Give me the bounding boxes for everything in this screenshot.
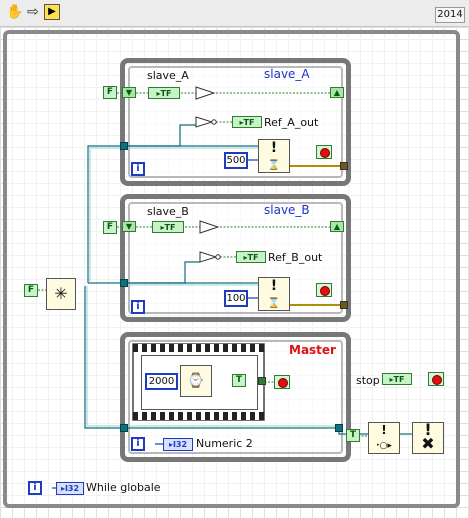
wait-vi-a[interactable]: ! ⌛	[258, 139, 290, 173]
numeric-2-label: Numeric 2	[196, 437, 253, 450]
sequence-frame-bottom	[133, 412, 264, 420]
wait-ms-vi-master[interactable]: ⌚	[180, 365, 212, 397]
tunnel-in-a[interactable]	[120, 142, 128, 150]
wait-constant-a[interactable]: 500	[224, 152, 248, 169]
iteration-terminal-outer: i	[28, 481, 42, 495]
ref-b-out-indicator[interactable]: ▸TF	[236, 251, 266, 263]
numeric-2-indicator[interactable]: ▸I32	[163, 438, 193, 451]
false-constant-a[interactable]: F	[103, 86, 117, 99]
sequence-frame-top	[133, 344, 264, 352]
while-globale-label: While globale	[86, 481, 161, 494]
loop-title-slave-a: slave_A	[264, 67, 310, 81]
false-constant-outer[interactable]: F	[24, 284, 38, 297]
global-label-slave-a: slave_A	[147, 69, 189, 82]
global-label-slave-b: slave_B	[147, 205, 189, 218]
while-globale-indicator[interactable]: ▸I32	[56, 482, 84, 495]
loop-title-slave-b: slave_B	[264, 203, 310, 217]
global-variable-slave-b[interactable]: ▸TF	[152, 221, 184, 233]
global-variable-slave-a[interactable]: ▸TF	[148, 87, 180, 99]
wait-vi-b[interactable]: ! ⌛	[258, 277, 290, 311]
stop-label: stop	[356, 374, 380, 387]
tunnel-out-master[interactable]	[335, 424, 343, 432]
stop-terminal-b[interactable]	[316, 283, 332, 297]
iteration-terminal-a: i	[131, 162, 145, 176]
false-constant-b[interactable]: F	[103, 221, 117, 234]
loop-condition-b[interactable]	[340, 301, 348, 309]
shift-register-right-b[interactable]: ▲	[330, 221, 344, 232]
wait-constant-master[interactable]: 2000	[145, 373, 178, 390]
ref-a-out-indicator[interactable]: ▸TF	[232, 116, 262, 128]
set-notifier-vi[interactable]: ! ·○▸	[368, 422, 400, 454]
wait-constant-b[interactable]: 100	[224, 290, 248, 307]
loop-title-master: Master	[289, 343, 336, 357]
true-constant-master[interactable]: T	[232, 374, 246, 387]
shift-register-left-b[interactable]: ▼	[122, 221, 136, 232]
stop-terminal-outer[interactable]	[428, 372, 444, 386]
true-constant-outer[interactable]: T	[346, 429, 360, 442]
create-reference-vi[interactable]: ✳	[46, 278, 76, 310]
release-notifier-vi[interactable]: ! ✖	[412, 422, 444, 454]
stop-global-variable[interactable]: ▸TF	[382, 373, 412, 385]
ref-a-out-label: Ref_A_out	[264, 116, 319, 129]
stop-terminal-a[interactable]	[316, 145, 332, 159]
iteration-terminal-master: i	[131, 437, 145, 451]
iteration-terminal-b: i	[131, 300, 145, 314]
tunnel-in-master[interactable]	[120, 424, 128, 432]
shift-register-right-a[interactable]: ▲	[330, 87, 344, 98]
tunnel-in-b[interactable]	[120, 279, 128, 287]
ref-b-out-label: Ref_B_out	[268, 251, 323, 264]
stop-terminal-master[interactable]	[274, 375, 290, 389]
shift-register-left-a[interactable]: ▼	[122, 87, 136, 98]
loop-condition-a[interactable]	[340, 162, 348, 170]
sequence-tunnel[interactable]	[258, 377, 266, 385]
